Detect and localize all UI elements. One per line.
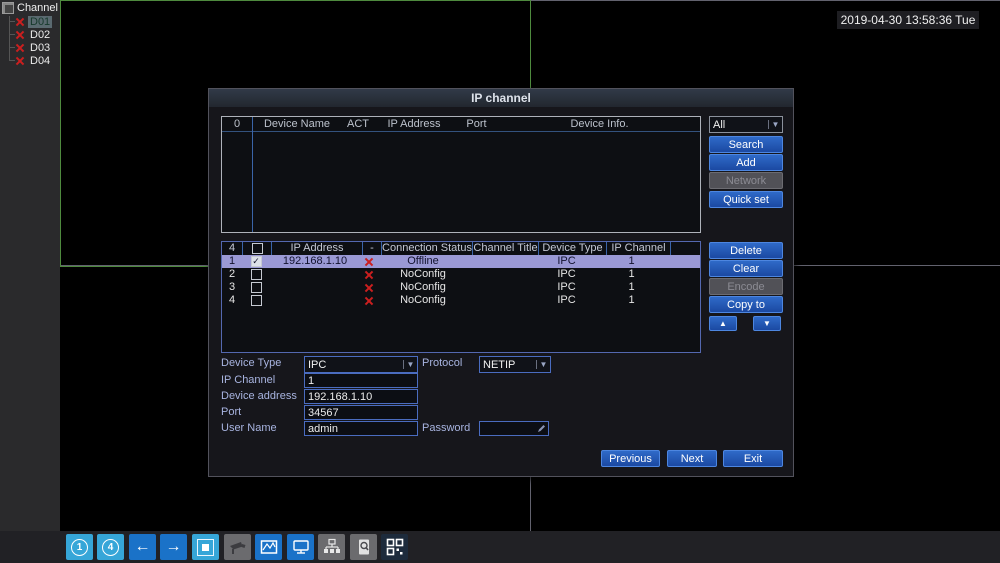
right-arrow-icon: → [165,538,182,555]
down-arrow-icon: ▼ [763,319,771,328]
tree-line [9,16,10,61]
channel-tree-header[interactable]: Channel [2,1,72,14]
device-address-label: Device address [221,390,297,402]
system-clock: 2019-04-30 13:58:36 Tue [837,11,979,29]
ptz-camera-icon [229,542,245,554]
offline-x-icon [15,30,25,40]
chevron-down-icon: ▼ [536,360,550,369]
clear-button[interactable]: Clear [709,260,783,277]
up-arrow-icon: ▲ [719,319,727,328]
device-table[interactable]: 4 IP Address - Connection Status Channel… [221,241,701,353]
hdd-magnifier-icon [358,539,369,555]
encode-button: Encode [709,278,783,295]
chevron-down-icon: ▼ [768,120,782,129]
column-separator [252,117,253,232]
search-count: 0 [233,118,241,130]
device-type-dropdown[interactable]: IPC ▼ [304,356,418,373]
device-row-2[interactable]: 2 NoConfig IPC 1 [222,268,700,281]
qr-grid-icon [386,538,403,556]
move-down-button[interactable]: ▼ [753,316,781,331]
search-table-header: 0 Device Name ACT IP Address Port Device… [222,117,700,132]
protocol-label: Protocol [422,357,463,369]
search-button[interactable]: Search [709,136,783,153]
device-row-3[interactable]: 3 NoConfig IPC 1 [222,281,700,294]
device-row-4[interactable]: 4 NoConfig IPC 1 [222,294,700,307]
waveform-icon [260,540,277,554]
status-x-icon [364,283,374,293]
status-x-icon [364,257,374,267]
ip-channel-input[interactable] [304,373,418,388]
filter-dropdown[interactable]: All ▼ [709,116,783,133]
quad-view-button[interactable]: 4 [97,534,124,560]
stop-square-icon [197,538,214,556]
status-x-icon [364,270,374,280]
row-checkbox[interactable] [250,282,262,293]
storage-search-button[interactable] [350,534,377,560]
single-view-icon: 1 [71,538,88,556]
channel-tree-title: Channel [17,1,58,14]
channel-item-d02[interactable]: D02 [15,28,52,41]
device-row-1[interactable]: 1 ✓ 192.168.1.10 Offline IPC 1 [222,255,700,268]
system-info-button[interactable] [381,534,408,560]
select-all-checkbox[interactable] [251,243,263,254]
dialog-title: IP channel [209,89,793,107]
next-button[interactable]: Next [667,450,717,467]
quad-view-icon: 4 [102,538,119,556]
previous-channel-button[interactable]: ← [129,534,156,560]
device-address-input[interactable] [304,389,418,404]
user-name-input[interactable] [304,421,418,436]
user-name-label: User Name [221,422,277,434]
protocol-dropdown[interactable]: NETIP ▼ [479,356,551,373]
device-count: 4 [222,242,243,255]
chevron-down-icon: ▼ [403,360,417,369]
ip-channel-label: IP Channel [221,374,276,386]
device-type-label: Device Type [221,357,282,369]
bottom-toolbar: 1 4 ← → [0,531,1000,563]
ip-channel-dialog: IP channel 0 Device Name ACT IP Address … [208,88,794,477]
channel-item-d03[interactable]: D03 [15,41,52,54]
port-input[interactable] [304,405,418,420]
network-button: Network [709,172,783,189]
exit-button[interactable]: Exit [723,450,783,467]
port-label: Port [221,406,242,418]
row-checkbox-checked[interactable]: ✓ [250,256,262,267]
offline-x-icon [15,43,25,53]
next-channel-button[interactable]: → [160,534,187,560]
delete-button[interactable]: Delete [709,242,783,259]
copy-to-button[interactable]: Copy to [709,296,783,313]
previous-button[interactable]: Previous [601,450,660,467]
password-label: Password [422,422,471,434]
pen-icon [538,425,545,432]
quick-set-button[interactable]: Quick set [709,191,783,208]
password-field-wrap [479,421,549,436]
channel-item-d04[interactable]: D04 [15,54,52,67]
search-results-table[interactable]: 0 Device Name ACT IP Address Port Device… [221,116,701,233]
move-up-button[interactable]: ▲ [709,316,737,331]
dvr-screen: Channel D01 D02 D03 D04 2019-04-30 13:58… [0,0,1000,563]
channel-panel-icon [2,1,14,14]
device-table-header: 4 IP Address - Connection Status Channel… [222,242,700,255]
network-status-button[interactable] [318,534,345,560]
left-sidebar [0,0,60,531]
offline-x-icon [15,17,25,27]
network-tree-icon [323,538,340,553]
row-checkbox[interactable] [250,269,262,280]
stop-tour-button[interactable] [192,534,219,560]
channel-tree: Channel D01 D02 D03 D04 [2,1,72,67]
output-adjust-button[interactable] [287,534,314,560]
monitor-icon [292,540,309,554]
status-x-icon [364,296,374,306]
offline-x-icon [15,56,25,66]
color-setting-button[interactable] [255,534,282,560]
channel-item-d01[interactable]: D01 [15,15,53,28]
ptz-control-button[interactable] [224,534,251,560]
add-button[interactable]: Add [709,154,783,171]
left-arrow-icon: ← [134,538,151,555]
single-view-button[interactable]: 1 [66,534,93,560]
row-checkbox[interactable] [250,295,262,306]
